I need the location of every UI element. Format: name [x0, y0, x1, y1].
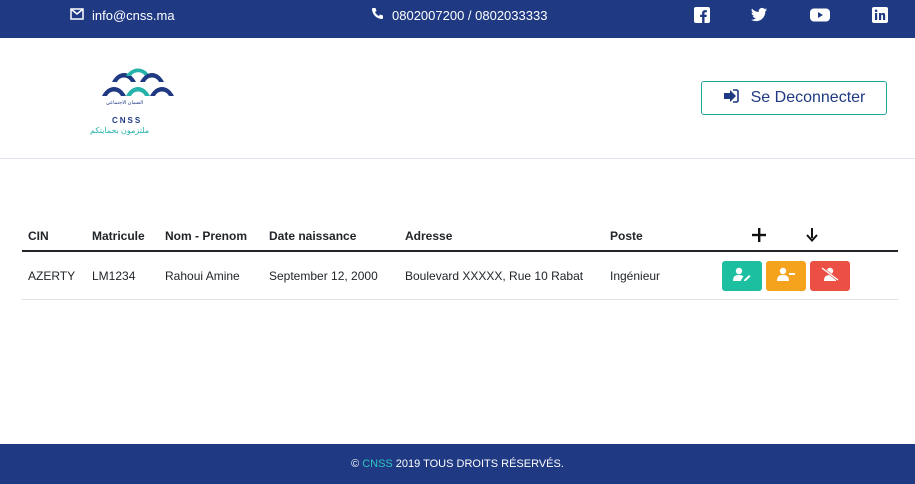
table-header-row: CIN Matricule Nom - Prenom Date naissanc… [22, 222, 898, 252]
cell-date: September 12, 2000 [263, 251, 399, 300]
add-icon[interactable] [752, 227, 766, 245]
table-row: AZERTY LM1234 Rahoui Amine September 12,… [22, 251, 898, 300]
arrow-down-icon[interactable] [806, 227, 818, 245]
cell-cin: AZERTY [22, 251, 86, 300]
cnss-logo[interactable]: الضمان الاجتماعي CNSS ملتزمون بحمايتكم [88, 66, 188, 138]
column-header-cin: CIN [22, 222, 86, 252]
column-header-poste: Poste [604, 222, 716, 252]
facebook-icon[interactable] [694, 7, 710, 23]
cell-actions [716, 251, 898, 300]
column-header-matricule: Matricule [86, 222, 159, 252]
column-header-date: Date naissance [263, 222, 399, 252]
user-edit-icon [733, 267, 751, 284]
sign-out-icon [723, 88, 739, 108]
contact-email[interactable]: info@cnss.ma [70, 0, 175, 30]
top-bar: info@cnss.ma 0802007200 / 0802033333 [0, 0, 915, 38]
site-footer: © CNSS 2019 TOUS DROITS RÉSERVÉS. [0, 444, 915, 484]
user-slash-icon [821, 266, 839, 284]
cell-poste: Ingénieur [604, 251, 716, 300]
twitter-icon[interactable] [750, 7, 767, 23]
logo-arabic-text: الضمان الاجتماعي [106, 100, 144, 106]
user-minus-icon [777, 267, 795, 284]
logo-cnss-text: CNSS [112, 116, 143, 125]
footer-brand-link[interactable]: CNSS [362, 458, 393, 470]
youtube-icon[interactable] [810, 7, 830, 23]
copyright-symbol: © [351, 458, 360, 470]
cell-adresse: Boulevard XXXXX, Rue 10 Rabat [399, 251, 604, 300]
column-header-actions [716, 222, 898, 252]
linkedin-icon[interactable] [872, 7, 888, 23]
employees-table: CIN Matricule Nom - Prenom Date naissanc… [22, 222, 898, 300]
delete-employee-button[interactable] [810, 260, 850, 291]
employees-table-wrapper: CIN Matricule Nom - Prenom Date naissanc… [22, 222, 898, 300]
phone-icon [371, 7, 384, 23]
cell-nom: Rahoui Amine [159, 251, 263, 300]
contact-phone[interactable]: 0802007200 / 0802033333 [371, 0, 547, 30]
logo-tagline: ملتزمون بحمايتكم [90, 126, 150, 135]
logo-mark-icon [102, 68, 174, 96]
edit-employee-button[interactable] [722, 260, 762, 291]
mail-icon [70, 7, 84, 23]
contact-phone-text: 0802007200 / 0802033333 [392, 7, 548, 23]
footer-rights-text: 2019 TOUS DROITS RÉSERVÉS. [395, 458, 564, 470]
logout-label: Se Deconnecter [750, 89, 866, 106]
contact-email-text: info@cnss.ma [92, 7, 175, 23]
column-header-adresse: Adresse [399, 222, 604, 252]
cell-matricule: LM1234 [86, 251, 159, 300]
column-header-nom: Nom - Prenom [159, 222, 263, 252]
remove-employee-button[interactable] [766, 260, 806, 291]
logout-button[interactable]: Se Deconnecter [701, 81, 887, 115]
